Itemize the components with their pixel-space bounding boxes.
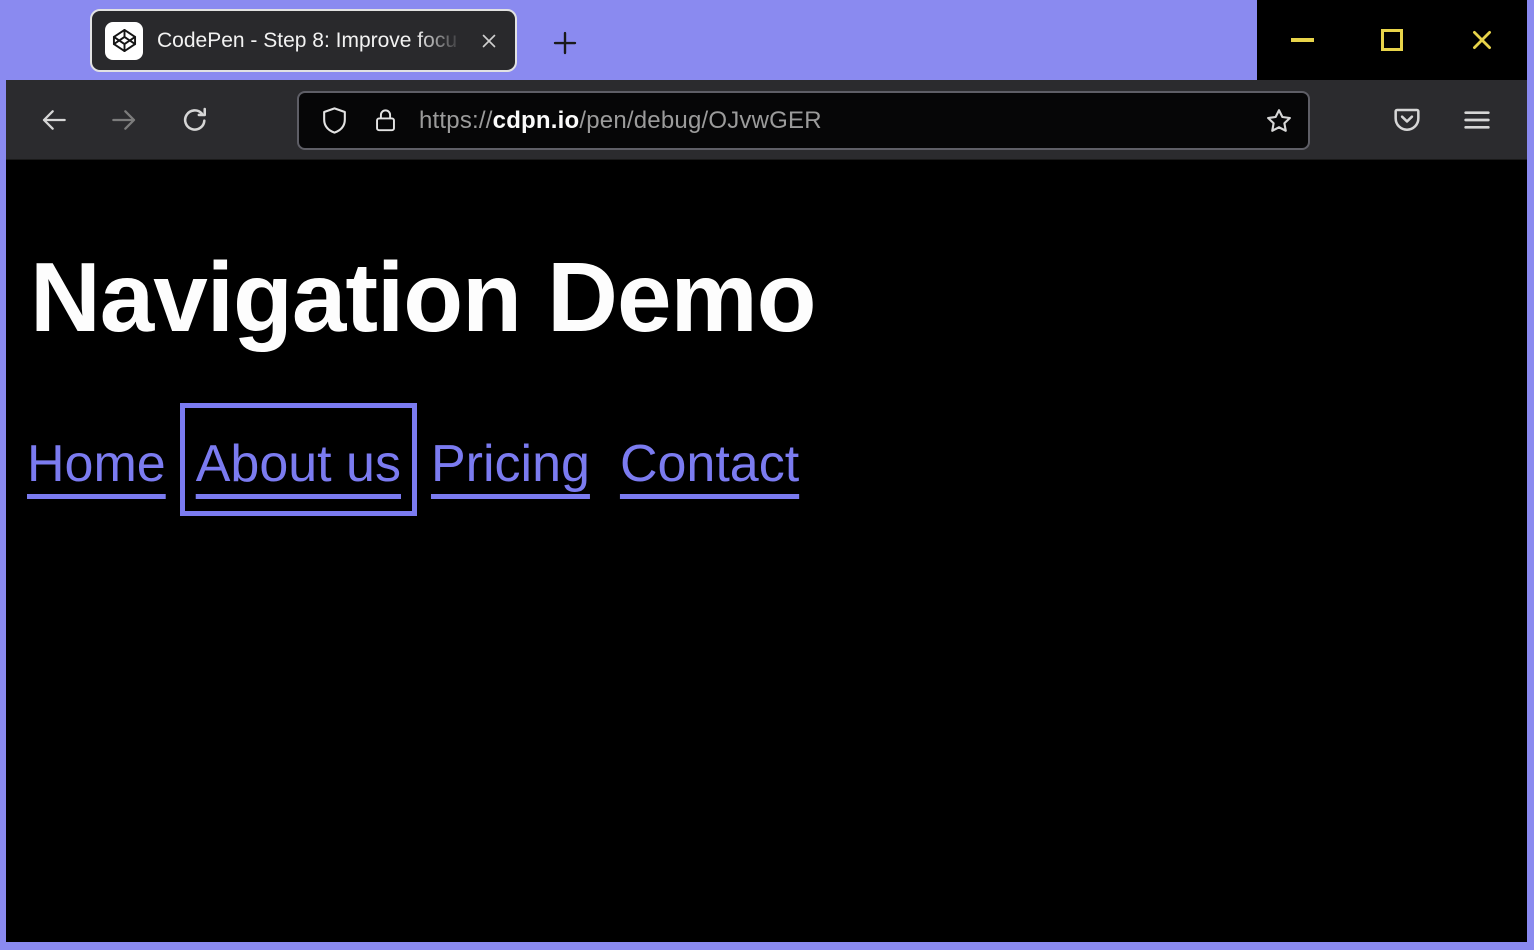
forward-arrow-icon: [108, 104, 140, 136]
nav-link-contact[interactable]: Contact: [609, 408, 810, 511]
url-path: /pen/debug/OJvwGER: [579, 107, 821, 134]
tab-title: CodePen - Step 8: Improve focu: [157, 29, 471, 53]
codepen-logo-icon: [105, 22, 143, 60]
nav-link-home[interactable]: Home: [16, 408, 177, 511]
browser-window: CodePen - Step 8: Improve focu: [0, 0, 1534, 950]
page-nav: HomeAbout usPricingContact: [16, 408, 1527, 511]
padlock-icon[interactable]: [350, 106, 400, 135]
minimize-button[interactable]: [1257, 0, 1347, 80]
tracking-protection-shield-icon[interactable]: [319, 105, 350, 136]
tab-bar: CodePen - Step 8: Improve focu: [6, 0, 1527, 80]
maximize-icon: [1381, 29, 1403, 51]
star-icon: [1264, 106, 1294, 136]
url-text: https://cdpn.io/pen/debug/OJvwGER: [419, 107, 1258, 135]
pocket-button[interactable]: [1385, 98, 1429, 142]
nav-link-about-us[interactable]: About us: [185, 408, 412, 511]
hamburger-menu-icon: [1461, 104, 1493, 136]
tab-close-icon[interactable]: [475, 27, 503, 55]
minimize-icon: [1291, 38, 1314, 42]
window-controls: [1257, 0, 1527, 80]
app-menu-button[interactable]: [1455, 98, 1499, 142]
reload-icon: [179, 104, 211, 136]
page-title: Navigation Demo: [30, 241, 1527, 354]
nav-link-pricing[interactable]: Pricing: [420, 408, 601, 511]
close-icon: [1469, 27, 1495, 53]
forward-button[interactable]: [102, 98, 146, 142]
browser-tab[interactable]: CodePen - Step 8: Improve focu: [90, 9, 517, 72]
reload-button[interactable]: [173, 98, 217, 142]
new-tab-button[interactable]: [549, 27, 581, 59]
url-bar[interactable]: https://cdpn.io/pen/debug/OJvwGER: [297, 91, 1310, 150]
plus-icon: [550, 28, 580, 58]
close-button[interactable]: [1437, 0, 1527, 80]
maximize-button[interactable]: [1347, 0, 1437, 80]
pocket-icon: [1391, 104, 1423, 136]
bookmark-star-button[interactable]: [1258, 100, 1300, 142]
back-button[interactable]: [32, 98, 76, 142]
page-content: Navigation Demo HomeAbout usPricingConta…: [6, 160, 1527, 942]
url-scheme: https://: [419, 107, 493, 134]
back-arrow-icon: [38, 104, 70, 136]
navigation-toolbar: https://cdpn.io/pen/debug/OJvwGER: [6, 80, 1527, 160]
url-domain: cdpn.io: [493, 107, 580, 134]
